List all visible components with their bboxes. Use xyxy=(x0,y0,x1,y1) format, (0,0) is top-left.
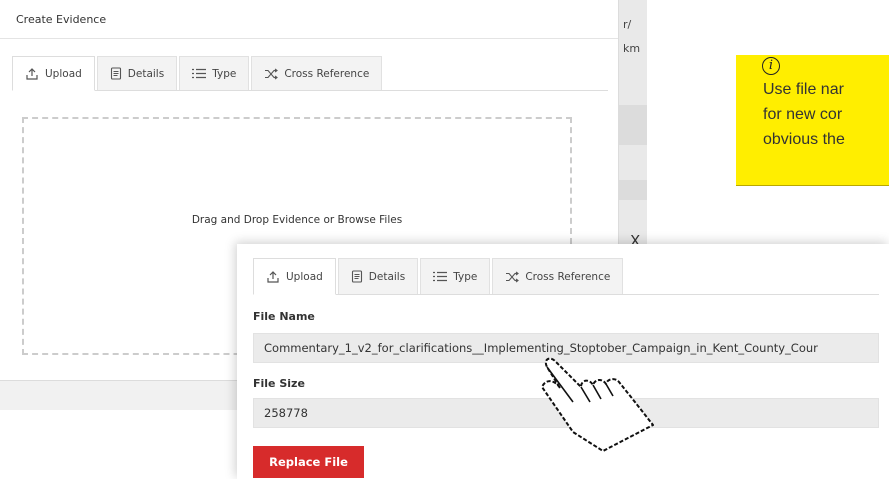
callout-text: Use file nar for new cor obvious the xyxy=(763,77,889,152)
tab-details[interactable]: Details xyxy=(337,258,419,294)
callout-line: Use file nar xyxy=(763,81,844,98)
tab-label: Cross Reference xyxy=(525,270,611,283)
background-row xyxy=(619,180,647,200)
modal-title-divider xyxy=(0,38,618,39)
shuffle-icon xyxy=(506,271,520,282)
tab-label: Upload xyxy=(286,270,323,283)
replace-file-button[interactable]: Replace File xyxy=(253,446,364,478)
background-row xyxy=(619,105,647,145)
info-icon: i xyxy=(762,57,780,75)
tab-label: Cross Reference xyxy=(284,67,370,80)
document-icon xyxy=(110,67,121,80)
tab-cross-reference[interactable]: Cross Reference xyxy=(492,258,624,294)
list-icon xyxy=(192,68,207,79)
tab-upload[interactable]: Upload xyxy=(253,258,336,295)
file-size-label: File Size xyxy=(253,377,305,390)
background-text-fragment: r/ xyxy=(623,18,632,31)
background-text-fragment: km xyxy=(623,42,641,55)
tab-details[interactable]: Details xyxy=(96,56,178,90)
tab-label: Details xyxy=(127,67,165,80)
dropzone-text: Drag and Drop Evidence or Browse Files xyxy=(191,214,403,226)
list-icon xyxy=(433,271,448,282)
tab-type[interactable]: Type xyxy=(179,56,250,90)
tab-label: Type xyxy=(453,270,478,283)
callout-line: obvious the xyxy=(763,131,845,148)
panel-tabs: Upload Details Type Cross Reference xyxy=(253,258,879,295)
tab-label: Type xyxy=(212,67,237,80)
tab-cross-reference[interactable]: Cross Reference xyxy=(251,56,383,90)
modal-title: Create Evidence xyxy=(16,13,107,26)
tab-label: Details xyxy=(368,270,406,283)
upload-icon xyxy=(267,270,279,283)
info-callout: i Use file nar for new cor obvious the xyxy=(736,55,889,186)
shuffle-icon xyxy=(265,68,279,79)
callout-line: for new cor xyxy=(763,106,843,123)
upload-icon xyxy=(26,67,38,80)
document-icon xyxy=(351,270,362,283)
tab-label: Upload xyxy=(45,67,82,80)
tab-type[interactable]: Type xyxy=(420,258,491,294)
file-name-label: File Name xyxy=(253,310,315,323)
tab-upload[interactable]: Upload xyxy=(12,56,95,91)
hand-pointer-icon xyxy=(541,357,654,452)
modal-tabs: Upload Details Type Cross Reference xyxy=(12,56,608,91)
